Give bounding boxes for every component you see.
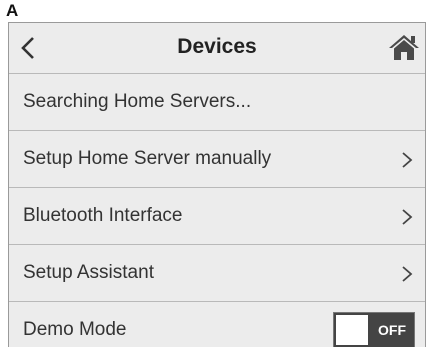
list-item-searching: Searching Home Servers... [9, 74, 425, 131]
list-item-label: Demo Mode [23, 319, 127, 340]
list-item-setup-home-server[interactable]: Setup Home Server manually [9, 131, 425, 188]
list-item-setup-assistant[interactable]: Setup Assistant [9, 245, 425, 302]
demo-mode-toggle[interactable]: OFF [333, 312, 415, 347]
list-item-demo-mode: Demo Mode OFF [9, 302, 425, 347]
list-item-label: Bluetooth Interface [23, 205, 183, 226]
panel-label: A [6, 1, 19, 20]
chevron-right-icon [402, 152, 413, 168]
devices-screen: Devices Searching Home Servers... Setup … [8, 22, 426, 347]
home-icon [389, 35, 419, 60]
page-title: Devices [177, 35, 257, 58]
chevron-right-icon [402, 266, 413, 282]
home-button[interactable] [387, 31, 421, 63]
toggle-state-label: OFF [378, 322, 406, 338]
list-item-label: Searching Home Servers... [23, 91, 252, 112]
toggle-knob [336, 315, 368, 345]
list-item-label: Setup Home Server manually [23, 148, 272, 169]
list-item-label: Setup Assistant [23, 262, 154, 283]
list-item-bluetooth-interface[interactable]: Bluetooth Interface [9, 188, 425, 245]
header-bar: Devices [9, 23, 425, 74]
chevron-right-icon [402, 209, 413, 225]
